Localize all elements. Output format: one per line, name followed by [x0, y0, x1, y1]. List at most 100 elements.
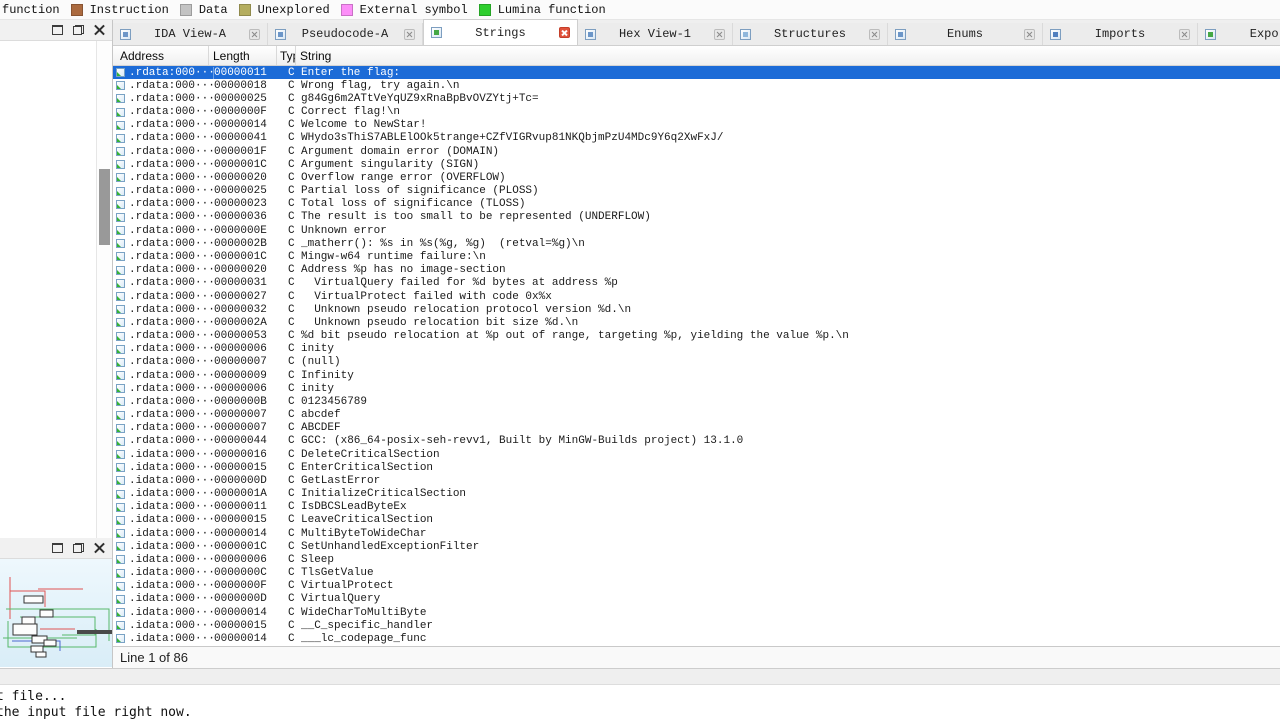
- tab-close-icon[interactable]: [559, 27, 570, 38]
- tab-close-icon[interactable]: [869, 29, 880, 40]
- tab-exports[interactable]: Exports: [1198, 23, 1280, 45]
- table-row[interactable]: .rdata:000··· 00000032 C Unknown pseudo …: [113, 303, 1280, 316]
- string-item-icon: [116, 542, 125, 551]
- table-row[interactable]: .rdata:000··· 00000007 C abcdef: [113, 408, 1280, 421]
- table-row[interactable]: .idata:000··· 0000000D C GetLastError: [113, 474, 1280, 487]
- table-row[interactable]: .rdata:000··· 00000053 C %d bit pseudo r…: [113, 329, 1280, 342]
- table-row[interactable]: .rdata:000··· 00000006 C inity: [113, 382, 1280, 395]
- column-header-type[interactable]: Type: [277, 46, 296, 65]
- table-row[interactable]: .rdata:000··· 00000007 C ABCDEF: [113, 422, 1280, 435]
- cell-type: C: [280, 67, 301, 79]
- table-row[interactable]: .idata:000··· 0000001C C SetUnhandledExc…: [113, 540, 1280, 553]
- table-row[interactable]: .idata:000··· 0000000F C VirtualProtect: [113, 580, 1280, 593]
- table-row[interactable]: .idata:000··· 00000014 C MultiByteToWide…: [113, 527, 1280, 540]
- dock-separator: [0, 668, 1280, 685]
- string-item-icon: [116, 411, 125, 420]
- table-row[interactable]: .rdata:000··· 00000020 C Address %p has …: [113, 264, 1280, 277]
- tab-imports[interactable]: Imports: [1043, 23, 1198, 45]
- table-row[interactable]: .idata:000··· 0000000C C TlsGetValue: [113, 567, 1280, 580]
- table-row[interactable]: .idata:000··· 00000014 C ___lc_codepage_…: [113, 632, 1280, 645]
- table-row[interactable]: .rdata:000··· 00000011 C Enter the flag:: [113, 66, 1280, 79]
- table-row[interactable]: .rdata:000··· 0000000E C Unknown error: [113, 224, 1280, 237]
- cell-type: C: [280, 462, 301, 474]
- cell-type: C: [280, 330, 301, 342]
- table-row[interactable]: .rdata:000··· 00000018 C Wrong flag, try…: [113, 79, 1280, 92]
- table-row[interactable]: .rdata:000··· 0000001F C Argument domain…: [113, 145, 1280, 158]
- cell-string: abcdef: [301, 409, 1280, 421]
- cell-length: 00000023: [214, 198, 280, 210]
- table-row[interactable]: .idata:000··· 00000015 C EnterCriticalSe…: [113, 461, 1280, 474]
- cell-type: C: [280, 488, 301, 500]
- cell-type: C: [280, 422, 301, 434]
- table-row[interactable]: .rdata:000··· 0000002A C Unknown pseudo …: [113, 316, 1280, 329]
- tab-strings[interactable]: Strings: [423, 19, 578, 45]
- tab-pseudocode-a[interactable]: Pseudocode-A: [268, 23, 423, 45]
- table-row[interactable]: .rdata:000··· 0000000B C 0123456789: [113, 395, 1280, 408]
- table-row[interactable]: .rdata:000··· 0000001C C Argument singul…: [113, 158, 1280, 171]
- cell-address: .idata:000···: [129, 528, 214, 540]
- cell-string: (null): [301, 356, 1280, 368]
- table-row[interactable]: .rdata:000··· 00000031 C VirtualQuery fa…: [113, 277, 1280, 290]
- table-row[interactable]: .rdata:000··· 00000027 C VirtualProtect …: [113, 290, 1280, 303]
- table-row[interactable]: .rdata:000··· 00000007 C (null): [113, 356, 1280, 369]
- string-item-icon: [116, 266, 125, 275]
- table-row[interactable]: .rdata:000··· 00000025 C g84Gg6m2ATtVeYq…: [113, 92, 1280, 105]
- cell-address: .rdata:000···: [129, 304, 214, 316]
- cell-length: 0000000D: [214, 593, 280, 605]
- graph-overview-canvas[interactable]: [0, 559, 112, 667]
- column-header-length[interactable]: Length: [209, 46, 277, 65]
- cell-length: 00000025: [214, 185, 280, 197]
- tab-close-icon[interactable]: [404, 29, 415, 40]
- table-row[interactable]: .idata:000··· 00000011 C IsDBCSLeadByteE…: [113, 501, 1280, 514]
- table-row[interactable]: .rdata:000··· 0000000F C Correct flag!\n: [113, 106, 1280, 119]
- vertical-scrollbar[interactable]: [96, 41, 112, 538]
- float-window-icon[interactable]: [73, 543, 84, 553]
- table-row[interactable]: .rdata:000··· 00000023 C Total loss of s…: [113, 198, 1280, 211]
- table-row[interactable]: .rdata:000··· 0000001C C Mingw-w64 runti…: [113, 250, 1280, 263]
- table-row[interactable]: .rdata:000··· 00000006 C inity: [113, 343, 1280, 356]
- maximize-icon[interactable]: [52, 25, 63, 35]
- table-row[interactable]: .rdata:000··· 00000025 C Partial loss of…: [113, 185, 1280, 198]
- tab-close-icon[interactable]: [714, 29, 725, 40]
- table-row[interactable]: .rdata:000··· 00000041 C WHydo3sThiS7ABL…: [113, 132, 1280, 145]
- legend-color-swatch: [341, 4, 353, 16]
- table-row[interactable]: .rdata:000··· 00000014 C Welcome to NewS…: [113, 119, 1280, 132]
- table-row[interactable]: .idata:000··· 00000016 C DeleteCriticalS…: [113, 448, 1280, 461]
- tab-close-icon[interactable]: [249, 29, 260, 40]
- cell-type: C: [280, 198, 301, 210]
- table-row[interactable]: .rdata:000··· 00000009 C Infinity: [113, 369, 1280, 382]
- column-header-string[interactable]: String: [296, 46, 1280, 65]
- maximize-icon[interactable]: [52, 543, 63, 553]
- cell-string: Partial loss of significance (PLOSS): [301, 185, 1280, 197]
- cell-type: C: [280, 172, 301, 184]
- tab-ida-view-a[interactable]: IDA View-A: [113, 23, 268, 45]
- scrollbar-thumb[interactable]: [99, 169, 110, 245]
- cell-address: .idata:000···: [129, 554, 214, 566]
- string-item-icon: [116, 173, 125, 182]
- table-row[interactable]: .rdata:000··· 00000036 C The result is t…: [113, 211, 1280, 224]
- column-header-address[interactable]: Address: [113, 46, 209, 65]
- close-icon[interactable]: [94, 543, 105, 553]
- table-row[interactable]: .idata:000··· 00000015 C __C_specific_ha…: [113, 619, 1280, 632]
- tab-hex-view-1[interactable]: Hex View-1: [578, 23, 733, 45]
- string-item-icon: [116, 239, 125, 248]
- table-row[interactable]: .idata:000··· 0000000D C VirtualQuery: [113, 593, 1280, 606]
- table-row[interactable]: .idata:000··· 00000014 C WideCharToMulti…: [113, 606, 1280, 619]
- tab-enums[interactable]: Enums: [888, 23, 1043, 45]
- cell-string: 0123456789: [301, 396, 1280, 408]
- table-row[interactable]: .rdata:000··· 00000020 C Overflow range …: [113, 171, 1280, 184]
- table-row[interactable]: .idata:000··· 00000006 C Sleep: [113, 553, 1280, 566]
- table-row[interactable]: .rdata:000··· 00000044 C GCC: (x86_64-po…: [113, 435, 1280, 448]
- tab-structures[interactable]: Structures: [733, 23, 888, 45]
- table-row[interactable]: .rdata:000··· 0000002B C _matherr(): %s …: [113, 237, 1280, 250]
- cell-length: 00000020: [214, 172, 280, 184]
- output-window[interactable]: t file... the input file right now.: [0, 685, 1280, 726]
- close-icon[interactable]: [94, 25, 105, 35]
- cell-length: 00000011: [214, 501, 280, 513]
- table-row[interactable]: .idata:000··· 0000001A C InitializeCriti…: [113, 488, 1280, 501]
- float-window-icon[interactable]: [73, 25, 84, 35]
- tab-close-icon[interactable]: [1024, 29, 1035, 40]
- cell-string: %d bit pseudo relocation at %p out of ra…: [301, 330, 1280, 342]
- table-row[interactable]: .idata:000··· 00000015 C LeaveCriticalSe…: [113, 514, 1280, 527]
- tab-close-icon[interactable]: [1179, 29, 1190, 40]
